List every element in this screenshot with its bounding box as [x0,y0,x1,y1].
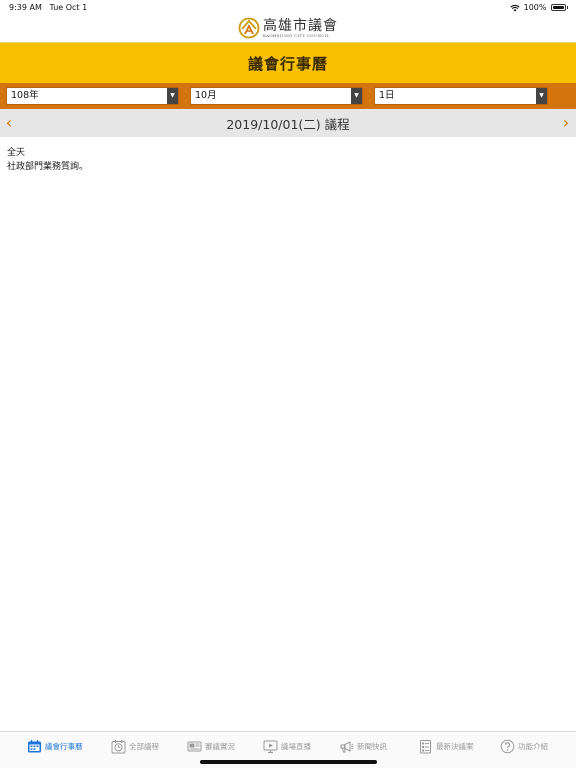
wifi-icon [510,4,520,11]
status-time: 9:39 AM [9,3,42,12]
dropdown-arrow-icon: ▼ [536,88,547,104]
tab-label: 議會行事曆 [45,742,83,751]
tab-all-agenda[interactable]: 全部議程 [111,739,159,754]
council-logo: 高雄市議會 KAOHSIUNG CITY COUNCIL [238,17,338,39]
megaphone-icon [340,741,354,753]
status-bar: 9:39 AM Tue Oct 1 100% [0,0,576,14]
status-date: Tue Oct 1 [49,3,88,12]
month-select[interactable]: 10月 ▼ [190,87,363,105]
year-select-value: 108年 [11,90,39,101]
tab-review-live[interactable]: 審議實況 [187,739,235,754]
month-select-value: 10月 [195,90,217,101]
dropdown-arrow-icon: ▼ [351,88,362,104]
day-select-value: 1日 [379,90,395,101]
tab-label: 新聞快訊 [357,742,387,751]
tab-label: 最新決議案 [436,742,474,751]
current-date-title: 2019/10/01(二) 議程 [226,116,350,132]
clock-icon [111,740,126,754]
document-icon [420,740,431,754]
tab-label: 功能介紹 [518,742,548,751]
video-icon [187,741,202,752]
tab-latest-resolutions[interactable]: 最新決議案 [418,739,474,754]
monitor-icon [263,740,278,754]
battery-tip [566,6,568,9]
tab-label: 審議實況 [205,742,235,751]
date-filter-bar: 108年 ▼ 10月 ▼ 1日 ▼ [0,83,576,109]
council-emblem-icon [238,17,260,39]
schedule-content: 全天 社政部門業務質詢。 [7,146,88,174]
logo-english-name: KAOHSIUNG CITY COUNCIL [263,32,330,38]
logo-bar: 高雄市議會 KAOHSIUNG CITY COUNCIL [0,14,576,42]
schedule-time: 全天 [7,148,26,158]
logo-chinese-name: 高雄市議會 [263,17,338,34]
home-indicator[interactable] [200,760,377,764]
tab-feature-intro[interactable]: 功能介紹 [500,739,548,754]
date-navigation: ‹ 2019/10/01(二) 議程 › [0,109,576,137]
calendar-icon [28,740,41,753]
header-title-bar: 議會行事曆 [0,42,576,83]
battery-percent: 100% [523,3,547,12]
dropdown-arrow-icon: ▼ [167,88,178,104]
tab-news-flash[interactable]: 新聞快訊 [339,739,387,754]
tab-chamber-live[interactable]: 議場直播 [263,739,311,754]
status-time-date: 9:39 AM Tue Oct 1 [9,3,87,12]
schedule-item: 社政部門業務質詢。 [7,162,89,172]
day-select[interactable]: 1日 ▼ [374,87,548,105]
previous-day-button[interactable]: ‹ [0,113,18,133]
question-icon [500,739,515,754]
battery-icon [550,4,566,11]
tab-council-calendar[interactable]: 議會行事曆 [27,739,83,754]
status-indicators: 100% [510,3,568,12]
tab-label: 議場直播 [281,742,311,751]
page-title: 議會行事曆 [247,54,328,73]
tab-label: 全部議程 [129,742,159,751]
year-select[interactable]: 108年 ▼ [6,87,179,105]
next-day-button[interactable]: › [557,113,575,133]
